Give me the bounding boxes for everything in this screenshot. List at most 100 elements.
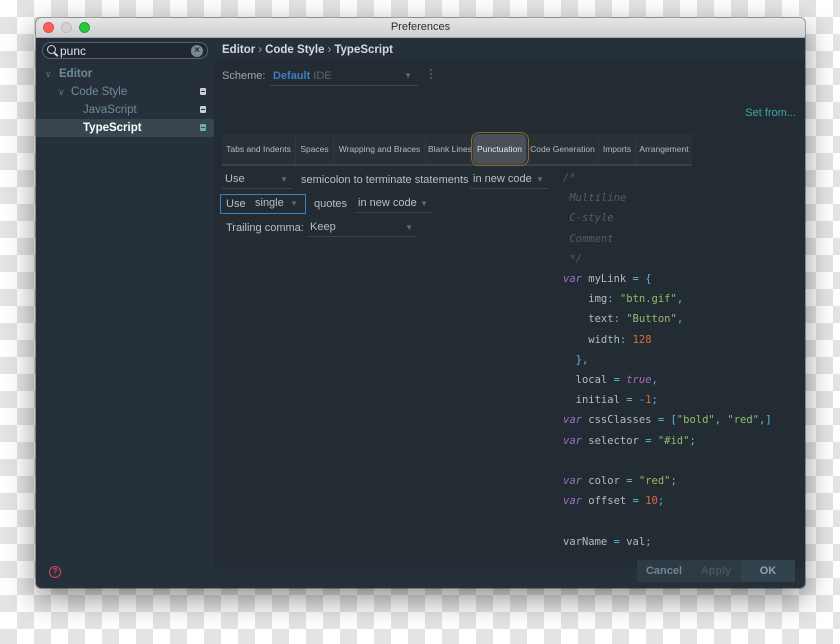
code-token: */ <box>563 252 582 265</box>
cancel-button[interactable]: Cancel <box>637 560 691 582</box>
settings-search[interactable]: × <box>42 42 208 59</box>
code-line: var offset = 10; <box>563 491 664 511</box>
breadcrumb-item-typescript: TypeScript <box>334 44 393 56</box>
quotes-label: quotes <box>314 198 348 210</box>
more-options-icon[interactable]: · · · <box>429 65 433 84</box>
scheme-label: Scheme: <box>222 70 266 82</box>
project-scope-icon <box>200 124 206 131</box>
code-token: local <box>563 374 614 386</box>
project-scope-icon <box>200 106 206 113</box>
code-token: C-style <box>563 212 614 225</box>
code-token: width <box>563 333 620 346</box>
settings-panel: Editor › Code Style › TypeScript Scheme: Def… <box>214 38 805 568</box>
code-line: Comment <box>563 229 613 249</box>
code-token: var <box>563 414 582 427</box>
tab-code-generation[interactable]: Code Generation <box>527 134 599 164</box>
code-line: */ <box>563 249 582 269</box>
preferences-window: Preferences × ∨ Editor ∨ Code Style Java… <box>36 18 805 588</box>
code-line: width: 128 <box>563 330 652 350</box>
code-token: = <box>645 434 658 447</box>
code-token: : <box>607 293 620 306</box>
sidebar-item-code-style[interactable]: ∨ Code Style <box>36 83 214 101</box>
code-token: val <box>626 535 646 548</box>
code-token: 128 <box>632 333 652 346</box>
title-bar: Preferences <box>36 18 805 38</box>
code-token: var <box>563 495 582 508</box>
trailing-comma-dropdown[interactable]: Keep ▼ <box>307 219 417 237</box>
breadcrumb: Editor › Code Style › TypeScript <box>214 38 805 60</box>
dropdown-value: Keep <box>310 221 336 233</box>
code-line: var myLink = { <box>563 269 652 289</box>
code-token: , <box>714 414 728 427</box>
code-token: = <box>626 475 639 487</box>
code-line: initial = -1; <box>563 390 658 410</box>
dropdown-value: single <box>255 197 284 209</box>
sidebar-item-editor[interactable]: ∨ Editor <box>36 65 214 83</box>
code-token: ; <box>657 495 665 508</box>
code-token: varName <box>563 535 614 548</box>
tab-punctuation[interactable]: Punctuation <box>471 132 529 166</box>
semicolon-use-dropdown[interactable]: Use ▼ <box>222 171 292 189</box>
code-token: "bold" <box>676 414 715 427</box>
apply-button[interactable]: Apply <box>691 560 741 582</box>
quotes-style-dropdown[interactable]: single ▼ <box>252 195 302 213</box>
scheme-dropdown[interactable]: Default IDE ▼ <box>270 66 418 86</box>
code-token: = - <box>626 394 646 407</box>
code-token: myLink <box>581 273 633 285</box>
sidebar-item-label: TypeScript <box>83 122 142 134</box>
code-token: cssClasses <box>581 414 658 427</box>
search-input[interactable] <box>60 43 191 58</box>
code-token: ; <box>651 394 658 407</box>
code-line: /* <box>563 168 576 188</box>
sidebar-item-label: Code Style <box>71 86 128 98</box>
search-icon <box>47 44 59 57</box>
trailing-comma-label: Trailing comma: <box>226 222 304 234</box>
semicolon-scope-dropdown[interactable]: in new code ▼ <box>470 171 548 189</box>
code-token: 10 <box>645 495 658 508</box>
sidebar-item-javascript[interactable]: JavaScript <box>36 101 214 119</box>
code-token: var <box>563 434 582 447</box>
chevron-down-icon[interactable]: ∨ <box>45 65 52 83</box>
code-style-tabs: Tabs and Indents Spaces Wrapping and Bra… <box>222 132 692 166</box>
dropdown-arrow-icon: ▼ <box>420 199 428 208</box>
tab-spaces[interactable]: Spaces <box>296 134 334 164</box>
dropdown-arrow-icon: ▼ <box>280 175 288 184</box>
code-token: text <box>563 313 614 326</box>
code-token: ; <box>670 475 677 487</box>
chevron-down-icon[interactable]: ∨ <box>58 83 65 101</box>
code-token: = [ <box>657 414 677 427</box>
code-token: ; <box>689 434 696 447</box>
code-token: "red" <box>638 475 671 487</box>
dropdown-arrow-icon: ▼ <box>536 175 544 184</box>
scheme-name: Default <box>273 70 311 82</box>
sidebar-item-typescript[interactable]: TypeScript <box>36 119 214 137</box>
code-line: varName = val; <box>563 532 652 552</box>
code-token: var <box>563 475 582 487</box>
tab-wrapping-and-braces[interactable]: Wrapping and Braces <box>334 134 426 164</box>
code-token: color <box>581 475 627 487</box>
code-line: img: "btn.gif", <box>563 289 683 309</box>
code-token: , <box>651 374 658 386</box>
code-token: offset <box>581 495 633 508</box>
sidebar-item-label: Editor <box>59 68 93 80</box>
tab-blank-lines[interactable]: Blank Lines <box>426 134 473 164</box>
code-line: Multiline <box>563 188 626 208</box>
dropdown-value: Use <box>225 173 245 185</box>
scheme-scope: IDE <box>313 70 332 82</box>
code-token: = <box>613 535 627 548</box>
tab-tabs-and-indents[interactable]: Tabs and Indents <box>222 134 296 164</box>
question-circle-icon[interactable]: ? <box>49 566 61 578</box>
code-token: : <box>613 313 627 326</box>
set-from-link[interactable]: Set from... <box>745 107 796 119</box>
code-line: }, <box>563 350 589 370</box>
code-line: var cssClasses = ["bold", "red",] <box>563 410 772 430</box>
settings-sidebar: × ∨ Editor ∨ Code Style JavaScript TypeS… <box>36 38 214 568</box>
quotes-scope-dropdown[interactable]: in new code ▼ <box>355 195 432 213</box>
ok-button[interactable]: OK <box>741 560 795 582</box>
tab-imports[interactable]: Imports <box>599 134 636 164</box>
clear-search-icon[interactable]: × <box>191 44 203 57</box>
dialog-buttons: Cancel Apply OK <box>637 560 795 582</box>
code-token: Multiline <box>563 192 627 205</box>
code-token: var <box>563 273 582 285</box>
tab-arrangement[interactable]: Arrangement <box>636 134 692 164</box>
